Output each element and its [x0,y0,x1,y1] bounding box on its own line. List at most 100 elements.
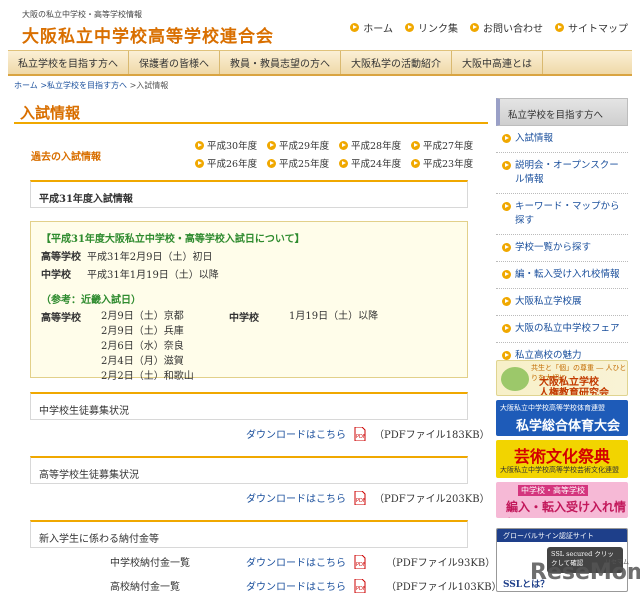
notice-row-high: 高等学校 平成31年2月9日（土）初日 [41,252,213,263]
arrow-bullet-icon [195,158,204,168]
arrow-bullet-icon [339,140,348,150]
download-fee-mid: 中学校納付金一覧 ダウンロードはこちら PDF （PDFファイル93KB） [110,554,495,569]
arrow-bullet-icon [502,351,511,360]
download-mid-status: ダウンロードはこちら PDF （PDFファイル183KB） [246,426,490,441]
year-link-h25[interactable]: 平成25年度 [267,156,339,170]
fee-mid-label: 中学校納付金一覧 [110,558,190,569]
file-size: （PDFファイル183KB） [374,430,490,441]
pdf-icon[interactable]: PDF [354,490,366,505]
banner-sports-festival[interactable]: 大阪私立中学校高等学校体育連盟 私学総合体育大会 [496,400,628,436]
pdf-icon[interactable]: PDF [354,426,366,441]
util-links-link[interactable]: リンク集 [405,20,458,35]
banner-arts-festival[interactable]: 芸術文化祭典 大阪私立中学校高等学校芸術文化連盟 [496,440,628,478]
arrow-bullet-icon [267,158,276,168]
past-exams-label: 過去の入試情報 [31,152,101,163]
arrow-bullet-icon [405,23,414,32]
sidebar-heading: 私立学校を目指す方へ [496,98,628,126]
notice-heading: 【平成31年度大阪私立中学校・高等学校入試日について】 [41,234,305,245]
breadcrumb: ホーム >私立学校を目指す方へ >入試情報 [14,80,168,91]
nav-prospective-students[interactable]: 私立学校を目指す方へ [8,51,129,74]
arrow-bullet-icon [411,140,420,150]
arrow-bullet-icon [195,140,204,150]
page-title: 入試情報 [14,98,488,124]
pdf-icon[interactable]: PDF [354,578,366,593]
section-h31-title: 平成31年度入試情報 [30,180,468,208]
arrow-bullet-icon [502,243,511,252]
breadcrumb-current: >入試情報 [129,81,169,90]
global-nav: 私立学校を目指す方へ 保護者の皆様へ 教員・教員志望の方へ 大阪私学の活動紹介 … [8,50,632,76]
nav-parents[interactable]: 保護者の皆様へ [129,51,220,74]
sidebar-item-exam-info[interactable]: 入試情報 [496,126,628,153]
arrow-bullet-icon [502,202,511,211]
exam-date-notice: 【平成31年度大阪私立中学校・高等学校入試日について】 高等学校 平成31年2月9… [30,221,468,382]
pdf-icon[interactable]: PDF [354,554,366,569]
section-mid-status: 中学校生徒募集状況 [30,392,468,420]
svg-text:PDF: PDF [356,434,366,440]
arrow-bullet-icon [411,158,420,168]
section-fees: 新入学生に係わる納付金等 [30,520,468,548]
year-link-h30[interactable]: 平成30年度 [195,138,267,152]
download-fee-high: 高校納付金一覧 ダウンロードはこちら PDF （PDFファイル103KB） [110,578,502,593]
nav-activities[interactable]: 大阪私学の活動紹介 [341,51,452,74]
file-size: （PDFファイル93KB） [386,558,496,569]
sidebar-item-junior-fair[interactable]: 大阪の私立中学校フェア [496,316,628,343]
util-contact-link[interactable]: お問い合わせ [470,20,543,35]
svg-text:PDF: PDF [356,562,366,568]
download-link[interactable]: ダウンロードはこちら [246,490,346,505]
fee-high-label: 高校納付金一覧 [110,582,180,593]
download-link[interactable]: ダウンロードはこちら [246,554,346,569]
year-link-h27[interactable]: 平成27年度 [411,138,483,152]
breadcrumb-prospective[interactable]: >私立学校を目指す方へ [40,81,127,90]
ref-date-kyoto: 2月9日（土）京都 [101,311,184,322]
download-link[interactable]: ダウンロードはこちら [246,426,346,441]
download-high-status: ダウンロードはこちら PDF （PDFファイル203KB） [246,490,490,505]
file-size: （PDFファイル203KB） [374,494,490,505]
arrow-bullet-icon [555,23,564,32]
ref-date-wakayama: 2月2日（土）和歌山 [101,371,194,382]
year-link-h24[interactable]: 平成24年度 [339,156,411,170]
sidebar-item-keyword-map[interactable]: キーワード・マップから探す [496,194,628,235]
sidebar-item-open-school[interactable]: 説明会・オープンスクール情報 [496,153,628,194]
year-link-h29[interactable]: 平成29年度 [267,138,339,152]
banner-transfer-info[interactable]: 中学校・高等学校 編入・転入受け入れ情報 [496,482,628,518]
site-header: 大阪の私立中学校・高等学校情報 大阪私立中学校高等学校連合会 ホーム リンク集 … [0,0,640,50]
ref-mid-label: 中学校 [229,313,259,324]
arrow-bullet-icon [339,158,348,168]
ref-date-hyogo: 2月9日（土）兵庫 [101,326,184,337]
nav-teachers[interactable]: 教員・教員志望の方へ [220,51,341,74]
arrow-bullet-icon [502,297,511,306]
reference-dates: 高等学校 2月9日（土）京都 2月9日（土）兵庫 2月6日（水）奈良 2月4日（… [41,309,457,384]
reference-heading: （参考：近畿入試日） [41,295,141,306]
sidebar: 私立学校を目指す方へ 入試情報 説明会・オープンスクール情報 キーワード・マップ… [496,98,628,370]
arrow-bullet-icon [267,140,276,150]
site-subtitle: 大阪の私立中学校・高等学校情報 [22,10,142,19]
nav-about[interactable]: 大阪中高連とは [452,51,543,74]
sidebar-item-school-fair[interactable]: 大阪私立学校展 [496,289,628,316]
util-home-link[interactable]: ホーム [350,20,393,35]
svg-text:PDF: PDF [356,498,366,504]
arrow-bullet-icon [502,270,511,279]
arrow-bullet-icon [470,23,479,32]
sidebar-item-transfer[interactable]: 編・転入受け入れ校情報 [496,262,628,289]
file-size: （PDFファイル103KB） [386,582,502,593]
ref-date-nara: 2月6日（水）奈良 [101,341,184,352]
arrow-bullet-icon [502,324,511,333]
ref-date-mid: 1月19日（土）以降 [289,311,379,322]
arrow-bullet-icon [350,23,360,32]
download-link[interactable]: ダウンロードはこちら [246,578,346,593]
year-link-h23[interactable]: 平成23年度 [411,156,483,170]
breadcrumb-home[interactable]: ホーム [14,81,38,90]
banner-human-rights[interactable]: 共生と「個」の尊重 ― 人ひとりを大切に ― 大阪私立学校 人権教育研究会 [496,360,628,396]
year-link-h28[interactable]: 平成28年度 [339,138,411,152]
past-year-links: 平成30年度 平成29年度 平成28年度 平成27年度 平成26年度 平成25年… [195,138,475,170]
sidebar-item-school-list[interactable]: 学校一覧から探す [496,235,628,262]
section-high-status: 高等学校生徒募集状況 [30,456,468,484]
site-title[interactable]: 大阪私立中学校高等学校連合会 [22,22,274,47]
ref-high-label: 高等学校 [41,313,81,324]
arrow-bullet-icon [502,161,511,170]
utility-nav: ホーム リンク集 お問い合わせ サイトマップ [350,20,628,35]
notice-row-mid: 中学校 平成31年1月19日（土）以降 [41,270,219,281]
svg-text:PDF: PDF [356,586,366,592]
year-link-h26[interactable]: 平成26年度 [195,156,267,170]
util-sitemap-link[interactable]: サイトマップ [555,20,628,35]
